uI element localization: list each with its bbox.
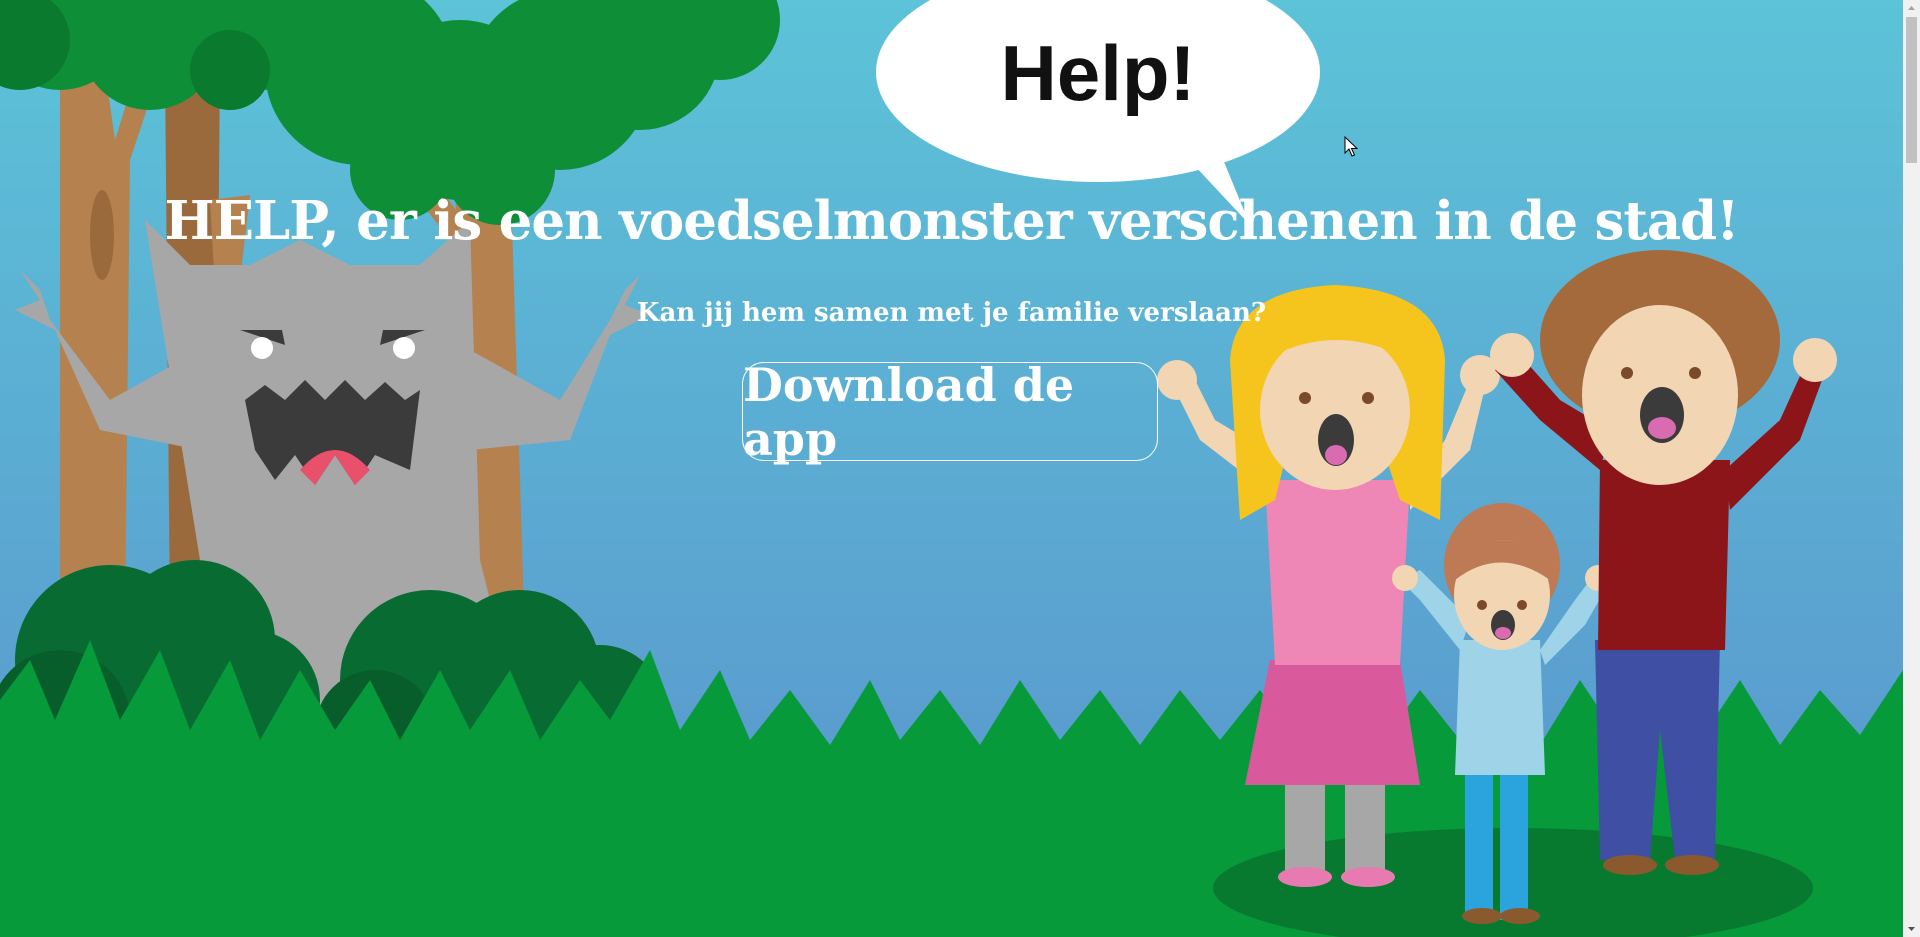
page-viewport: Help! HELP, er is een voedselmonster ver… [0,0,1903,937]
vertical-scrollbar[interactable] [1903,0,1920,937]
speech-bubble-text: Help! [1001,29,1196,117]
scroll-down-arrow-icon[interactable] [1903,920,1920,937]
scrollbar-thumb[interactable] [1906,17,1917,163]
hero-illustration: Help! [0,0,1903,937]
scroll-up-arrow-icon[interactable] [1903,0,1920,17]
download-app-button-label: Download de app [743,357,1075,466]
download-app-button[interactable]: Download de app [742,358,1158,466]
hero-title: HELP, er is een voedselmonster verschene… [164,190,1740,252]
mouse-pointer-icon [1344,136,1358,157]
hero-subtitle: Kan jij hem samen met je familie verslaa… [636,298,1267,328]
